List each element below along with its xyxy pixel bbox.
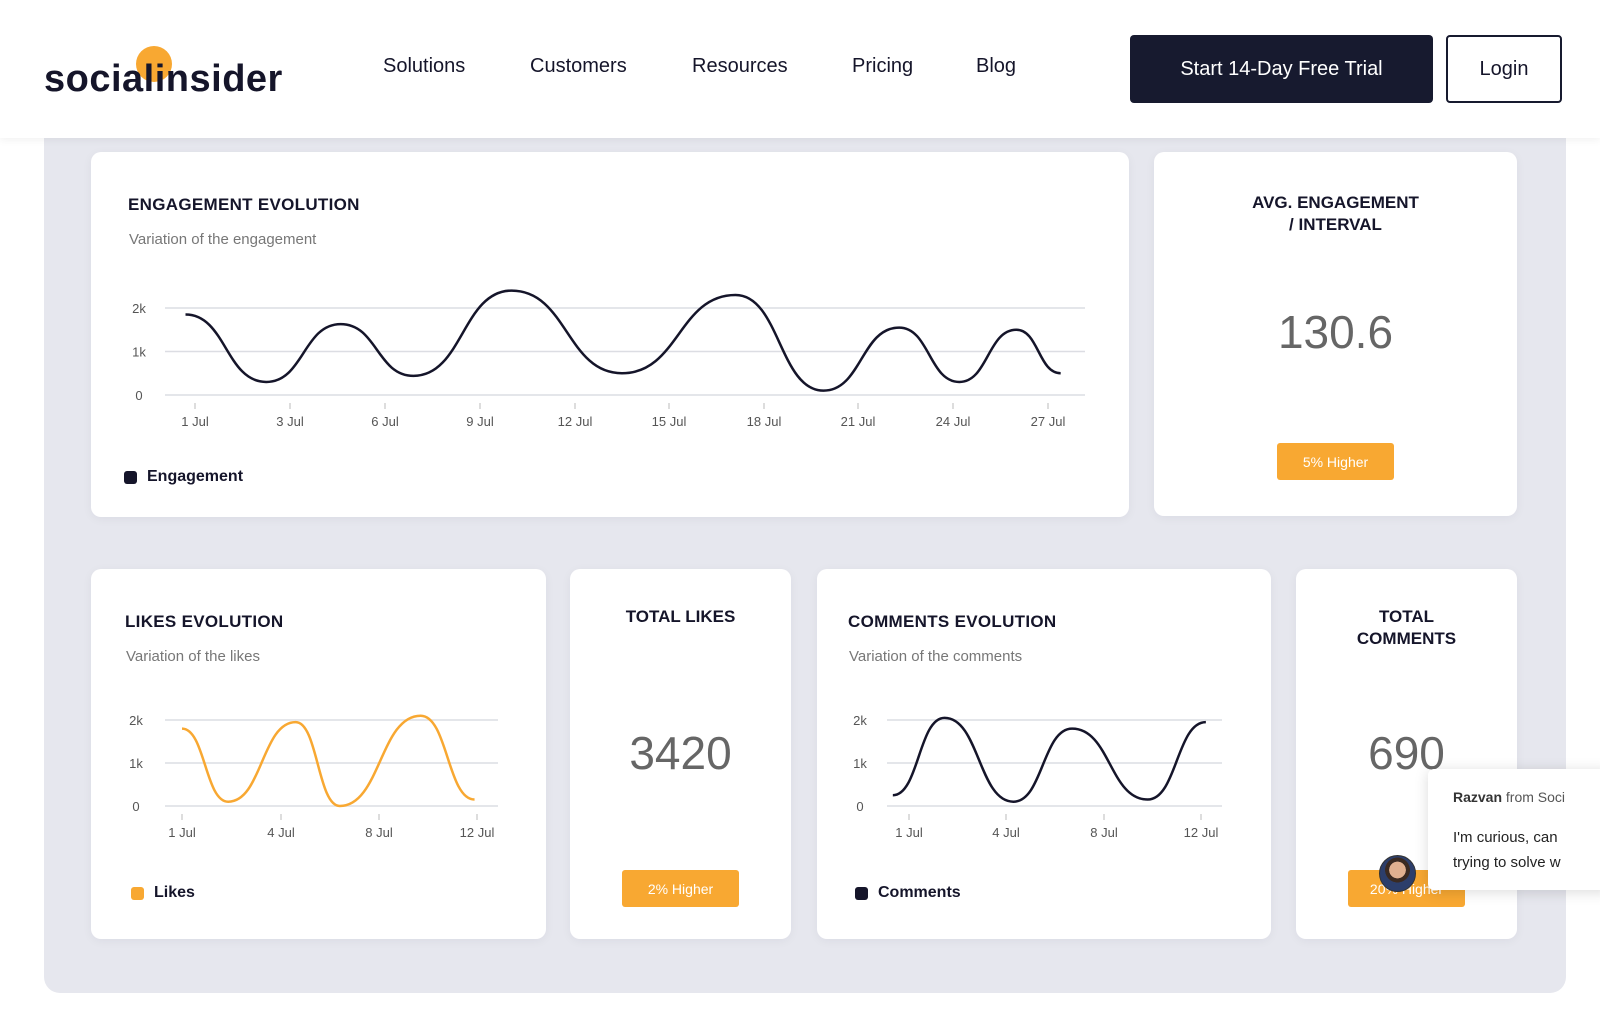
- site-header: socialinsider Solutions Customers Resour…: [0, 0, 1600, 138]
- login-button[interactable]: Login: [1446, 35, 1562, 103]
- nav-resources[interactable]: Resources: [692, 55, 788, 78]
- chat-avatar[interactable]: [1379, 855, 1416, 892]
- nav-pricing[interactable]: Pricing: [852, 55, 913, 78]
- chat-popup[interactable]: Razvan from Soci I'm curious, can trying …: [1428, 769, 1600, 890]
- x-tick-label: 12 Jul: [1184, 825, 1219, 840]
- y-tick-label: 0: [856, 799, 863, 814]
- x-tick-label: 8 Jul: [1090, 825, 1118, 840]
- chat-sender-org: from Soci: [1505, 789, 1566, 805]
- x-tick-label: 4 Jul: [992, 825, 1020, 840]
- y-tick-label: 2k: [853, 713, 867, 728]
- start-trial-button[interactable]: Start 14-Day Free Trial: [1130, 35, 1433, 103]
- y-tick-label: 1k: [853, 756, 867, 771]
- chat-sender: Razvan: [1453, 789, 1503, 805]
- comments-line-chart: 0 1k 2k 1 Jul 4 Jul 8 Jul 12 Jul: [853, 713, 1222, 840]
- chat-message: I'm curious, can trying to solve w: [1453, 825, 1600, 875]
- nav-customers[interactable]: Customers: [530, 55, 627, 78]
- x-tick-label: 1 Jul: [895, 825, 923, 840]
- logo[interactable]: socialinsider: [44, 58, 283, 101]
- series-line: [892, 716, 1207, 803]
- chat-line: I'm curious, can: [1453, 829, 1558, 846]
- nav-blog[interactable]: Blog: [976, 55, 1016, 78]
- chat-line: trying to solve w: [1453, 854, 1561, 871]
- nav-solutions[interactable]: Solutions: [383, 55, 465, 78]
